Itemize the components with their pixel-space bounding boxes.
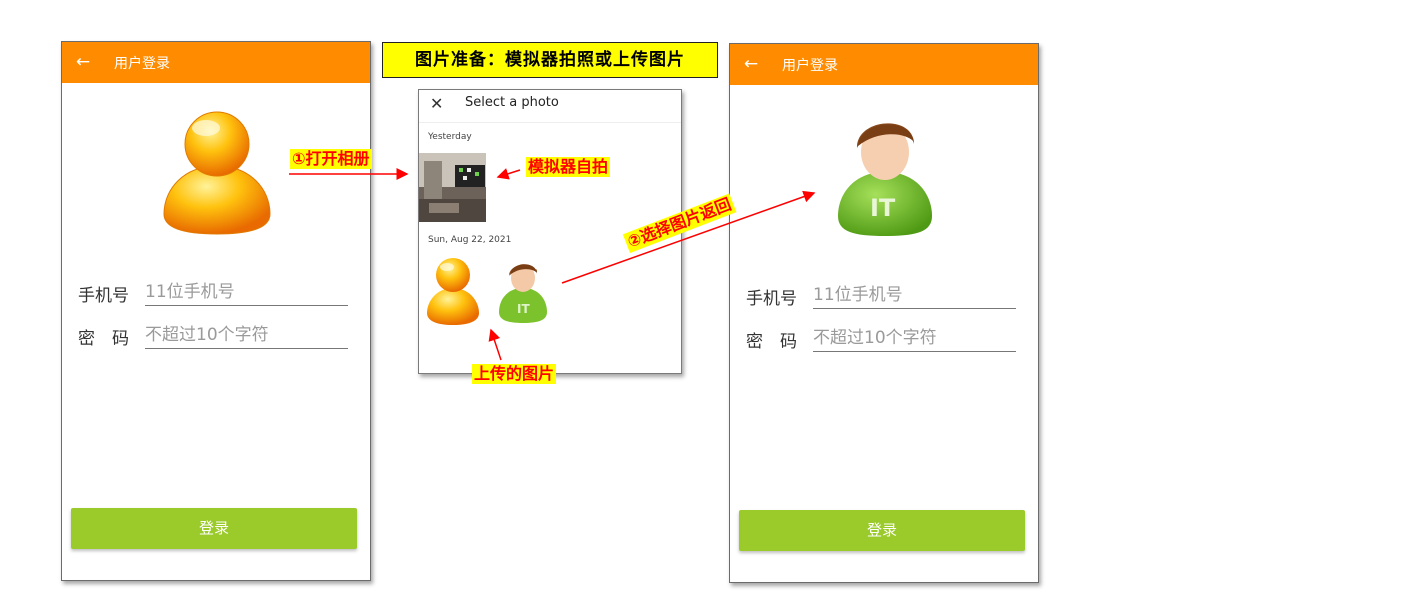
annotation-arrows: [289, 168, 816, 361]
emulator-selfie-callout: 模拟器自拍: [526, 157, 611, 177]
uploaded-images-arrow: [488, 328, 502, 361]
uploaded-images-callout: 上传的图片: [472, 364, 557, 384]
open-album-callout: ①打开相册: [290, 149, 372, 169]
select-return-arrow: [561, 190, 816, 284]
selfie-arrow: [496, 168, 521, 180]
